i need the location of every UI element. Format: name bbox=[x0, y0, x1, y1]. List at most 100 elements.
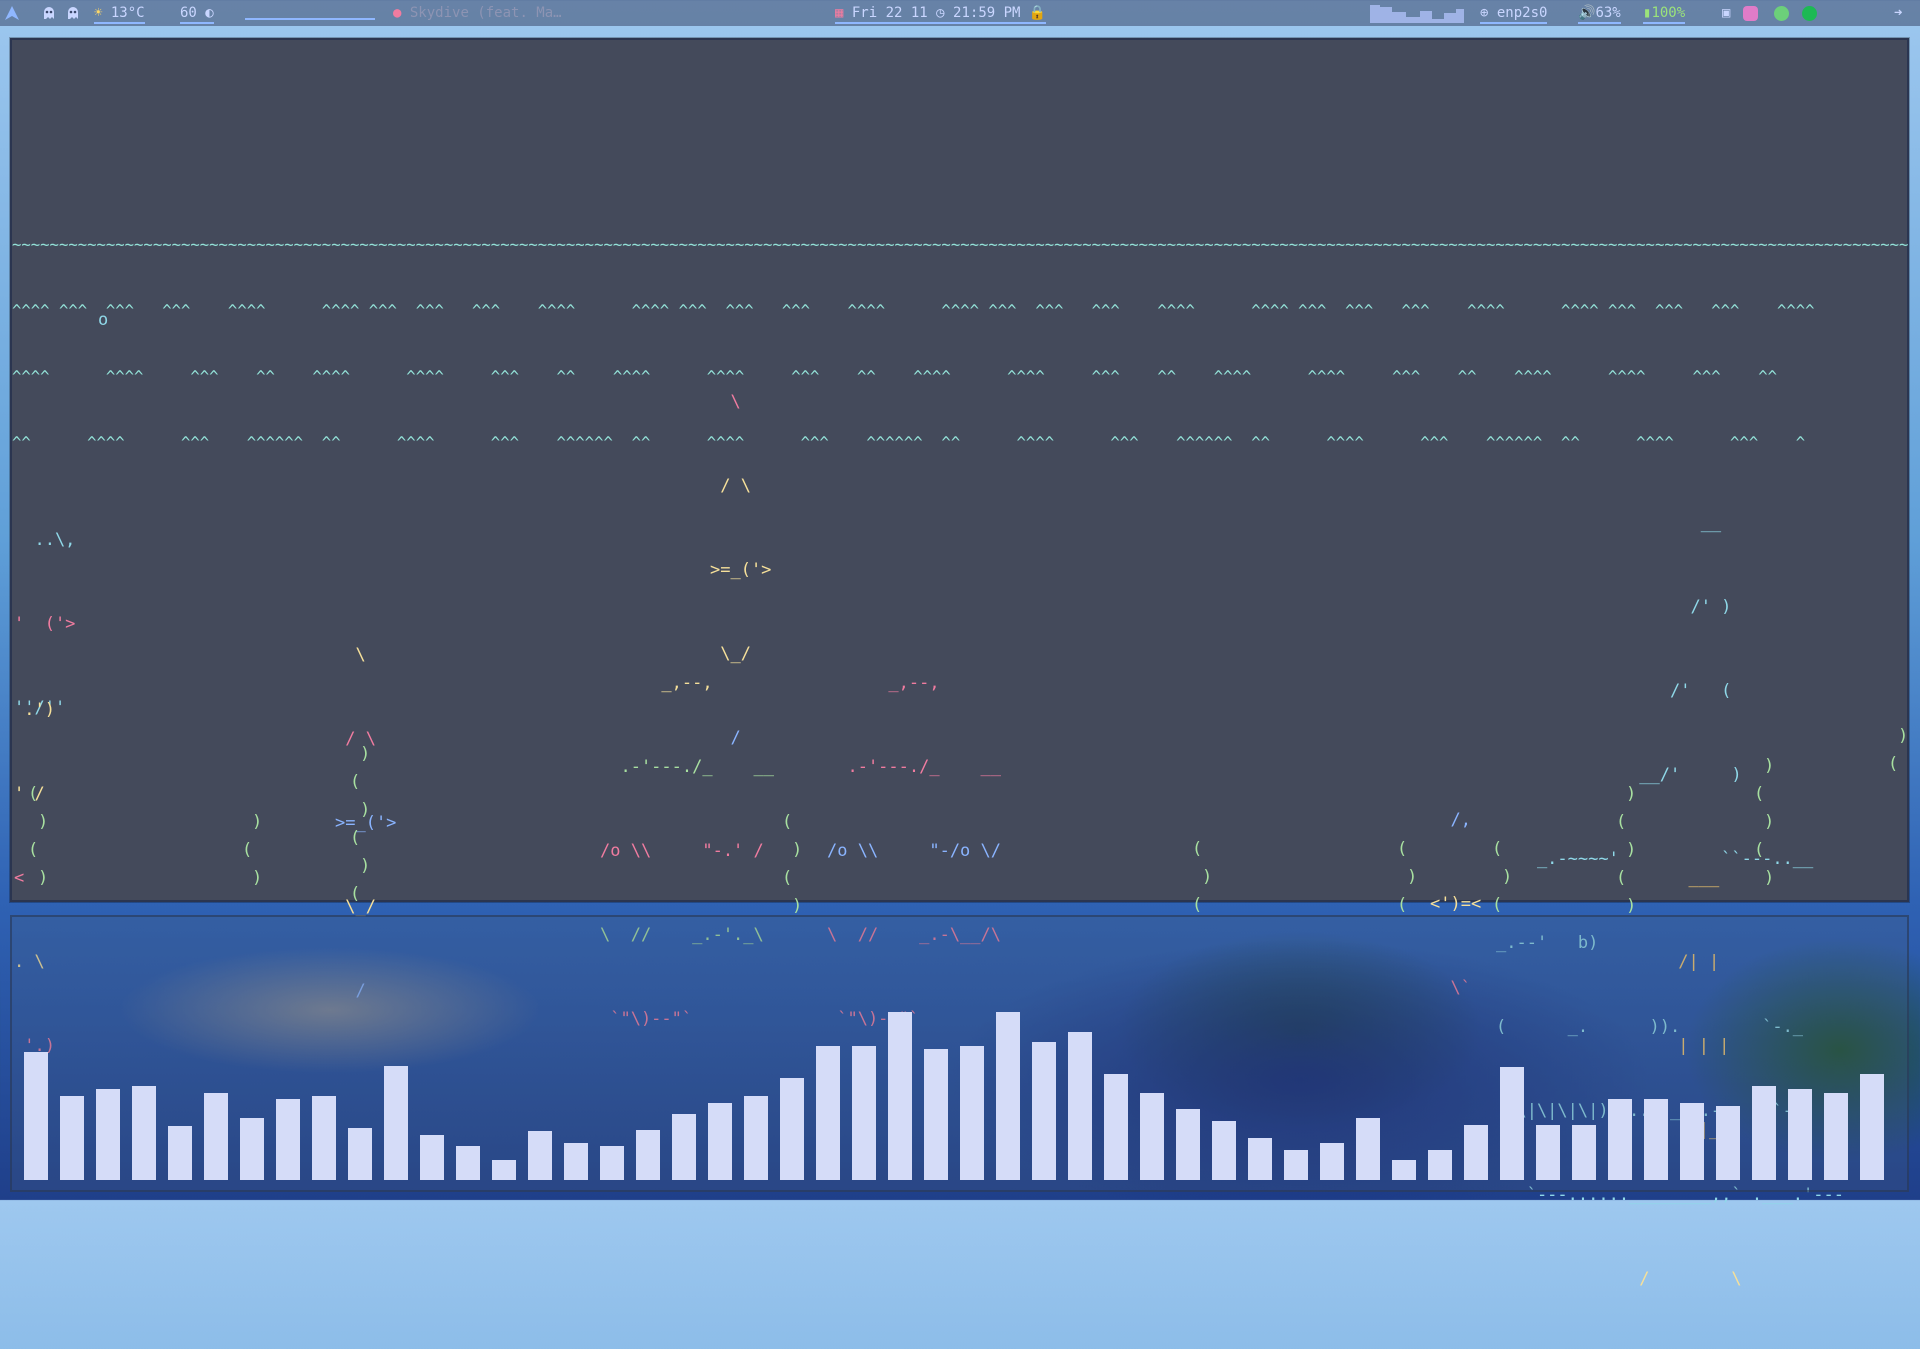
network-interface: enp2s0 bbox=[1496, 5, 1548, 21]
network-widget[interactable]: ⊕ enp2s0 bbox=[1480, 0, 1548, 24]
visualizer-bar bbox=[780, 1078, 804, 1180]
cpu-graph bbox=[1370, 3, 1464, 23]
visualizer-bar bbox=[708, 1103, 732, 1180]
seaweed-segment: ) bbox=[360, 800, 371, 820]
shark-line: / \ bbox=[1496, 1269, 1742, 1289]
seaweed-segment: ) bbox=[1502, 867, 1513, 887]
visualizer-bar bbox=[1752, 1086, 1776, 1180]
visualizer-bar bbox=[456, 1146, 480, 1180]
workspace-1-ghost-icon[interactable] bbox=[42, 0, 56, 26]
fish-line: .-'---./_ __ bbox=[827, 757, 1001, 777]
seaweed-segment: ( bbox=[1492, 839, 1503, 859]
visualizer-bar bbox=[1572, 1125, 1596, 1180]
seaweed-segment: ( bbox=[28, 840, 39, 860]
arch-logo-icon[interactable] bbox=[4, 0, 20, 26]
visualizer-bar bbox=[528, 1131, 552, 1180]
visualizer-bar bbox=[888, 1012, 912, 1180]
weather-widget[interactable]: ☀ 13°C bbox=[94, 0, 145, 24]
seaweed-segment: ) bbox=[360, 856, 371, 876]
visualizer-bar bbox=[564, 1143, 588, 1180]
visualizer-bar bbox=[132, 1086, 156, 1180]
shark-line: __ bbox=[1496, 513, 1722, 533]
visualizer-bar bbox=[1500, 1067, 1524, 1180]
tray-window-icon[interactable]: ▣ bbox=[1722, 5, 1730, 21]
battery-widget[interactable]: ▮100% bbox=[1643, 0, 1686, 24]
volume-value: 63% bbox=[1595, 5, 1621, 21]
visualizer-bar bbox=[1860, 1074, 1884, 1180]
workspace-2-ghost-icon[interactable] bbox=[66, 0, 80, 26]
visualizer-bar bbox=[276, 1099, 300, 1180]
visualizer-bar bbox=[96, 1089, 120, 1180]
visualizer-bar bbox=[1716, 1106, 1740, 1180]
visualizer-bar bbox=[816, 1046, 840, 1180]
shark-line: /' ) bbox=[1496, 597, 1732, 617]
seaweed-segment: ( bbox=[1192, 839, 1203, 859]
seaweed-segment: ( bbox=[242, 840, 253, 860]
aquarium-terminal[interactable]: ~~~~~~~~~~~~~~~~~~~~~~~~~~~~~~~~~~~~~~~~… bbox=[10, 38, 1909, 1289]
seaweed-segment: ) bbox=[1764, 756, 1775, 776]
seaweed-segment: ( bbox=[350, 884, 361, 904]
visualizer-bar bbox=[960, 1046, 984, 1180]
music-icon: ● bbox=[393, 5, 402, 21]
arrow-right-icon[interactable]: ➜ bbox=[1894, 0, 1902, 26]
bubble: o bbox=[98, 310, 109, 330]
wave-line: ^^ ^^^^ ^^^ ^^^^^^ ^^ ^^^^ ^^^ ^^^^^^ ^^… bbox=[12, 434, 1806, 452]
datetime-widget[interactable]: ▦ Fri 22 11 ◷ 21:59 PM 🔒 bbox=[835, 0, 1047, 24]
calendar-date: Fri 22 11 bbox=[851, 5, 928, 21]
workspace-indicator-line bbox=[245, 18, 375, 20]
tray-wechat-icon[interactable] bbox=[1774, 5, 1790, 21]
seaweed-segment: ) bbox=[38, 812, 49, 832]
tray-spotify-icon[interactable] bbox=[1801, 5, 1817, 21]
visualizer-bar bbox=[1140, 1093, 1164, 1180]
seaweed-segment: ) bbox=[1407, 867, 1418, 887]
brightness-value: 60 bbox=[180, 5, 197, 21]
fish-line: .-'---./_ __ bbox=[600, 757, 774, 777]
visualizer-bar bbox=[168, 1126, 192, 1180]
fish-line: /, bbox=[1430, 810, 1471, 830]
speaker-icon: 🔊 bbox=[1578, 5, 1596, 21]
seaweed-segment: ( bbox=[28, 784, 39, 804]
visualizer-bar bbox=[1068, 1032, 1092, 1180]
visualizer-bar bbox=[1824, 1093, 1848, 1180]
visualizer-bar bbox=[240, 1118, 264, 1180]
seaweed-segment: ) bbox=[1202, 867, 1213, 887]
brightness-widget[interactable]: 60 ◐ bbox=[180, 0, 214, 24]
brightness-icon: ◐ bbox=[205, 5, 214, 21]
wave-line: ^^^^ ^^^^ ^^^ ^^ ^^^^ ^^^^ ^^^ ^^ ^^^^ ^… bbox=[12, 368, 1777, 386]
lock-icon[interactable]: 🔒 bbox=[1029, 5, 1046, 21]
weather-temperature: 13°C bbox=[110, 5, 145, 21]
shark-line: __/' ) bbox=[1496, 765, 1742, 785]
seaweed-segment: ) bbox=[1898, 726, 1909, 746]
volume-widget[interactable]: 🔊63% bbox=[1578, 0, 1621, 24]
visualizer-bar bbox=[672, 1114, 696, 1180]
seaweed-segment: ) bbox=[792, 840, 803, 860]
visualizer-bar bbox=[384, 1066, 408, 1180]
seaweed-segment: ) bbox=[38, 868, 49, 888]
visualizer-bar bbox=[1104, 1074, 1128, 1180]
clock-time: 21:59 PM bbox=[953, 5, 1021, 21]
media-widget[interactable]: ● Skydive (feat. Ma… bbox=[393, 0, 562, 26]
wave-line: ~~~~~~~~~~~~~~~~~~~~~~~~~~~~~~~~~~~~~~~~… bbox=[12, 236, 1909, 254]
seaweed-segment: ) bbox=[1626, 840, 1637, 860]
fish-line: _,--, bbox=[827, 673, 940, 693]
shark-line: /' ( bbox=[1496, 681, 1732, 701]
visualizer-bar bbox=[312, 1096, 336, 1180]
sun-icon: ☀ bbox=[94, 5, 103, 21]
tray-cat-icon[interactable] bbox=[1742, 5, 1758, 21]
clock-icon: ◷ bbox=[936, 5, 945, 21]
visualizer-bar bbox=[60, 1096, 84, 1180]
seaweed-segment: ) bbox=[252, 868, 263, 888]
visualizer-bar bbox=[1284, 1150, 1308, 1180]
globe-icon: ⊕ bbox=[1480, 5, 1489, 21]
seaweed-segment: ( bbox=[1616, 868, 1627, 888]
visualizer-bar bbox=[1248, 1138, 1272, 1180]
fish-line: < bbox=[14, 868, 25, 888]
visualizer-bar bbox=[24, 1052, 48, 1180]
visualizer-bar bbox=[1788, 1089, 1812, 1180]
seaweed-segment: ) bbox=[252, 812, 263, 832]
castle-line: ___ bbox=[1668, 868, 1720, 888]
fish-line: /o \\ "-.' / bbox=[600, 841, 764, 861]
calendar-icon: ▦ bbox=[835, 5, 844, 21]
visualizer-bar bbox=[1356, 1118, 1380, 1180]
fish-line: /o \\ "-/o \/ bbox=[827, 841, 1001, 861]
